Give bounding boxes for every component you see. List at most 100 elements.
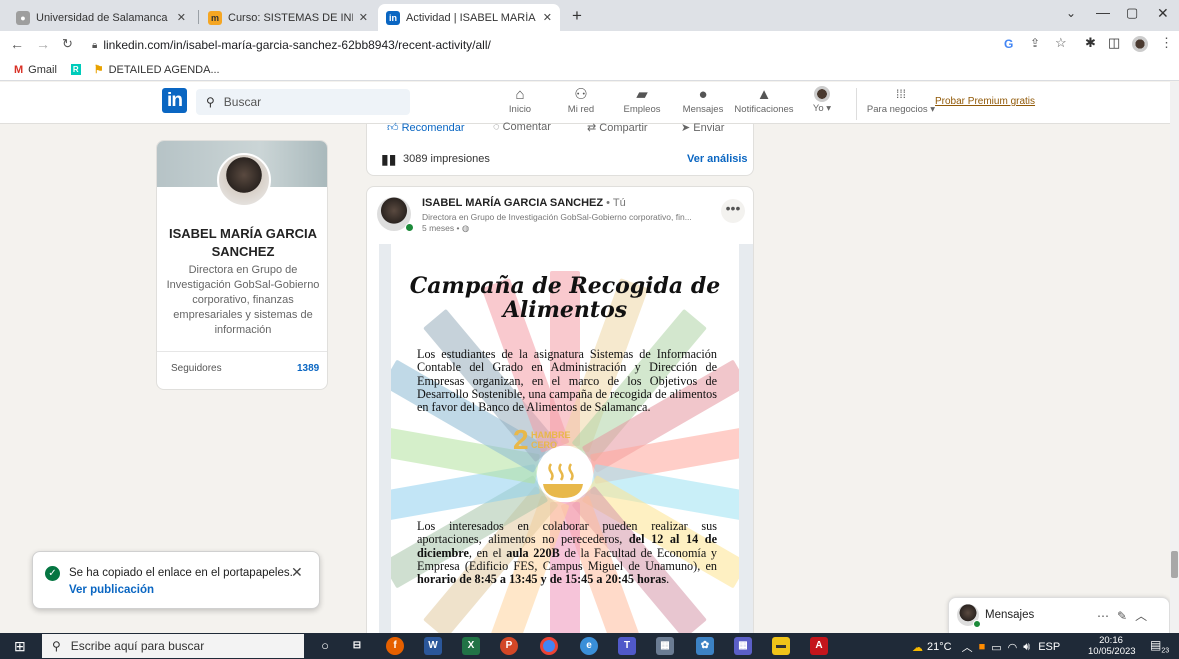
notifications-icon[interactable]: ▤23 xyxy=(1150,638,1169,654)
word-icon[interactable]: W xyxy=(424,637,442,655)
back-button[interactable]: ← xyxy=(10,36,24,52)
researchgate-icon: R xyxy=(70,64,81,75)
nav-notifications[interactable]: ▲ Notificaciones xyxy=(732,84,796,115)
chevron-up-icon[interactable]: ︿ xyxy=(1135,609,1155,623)
tray-app-icon[interactable]: ■ xyxy=(979,641,986,653)
close-tab-icon[interactable]: ✕ xyxy=(359,11,368,24)
browser-tab-linkedin[interactable]: in Actividad | ISABEL MARÍA GARCÍ ✕ xyxy=(378,4,560,31)
edge-icon[interactable]: e xyxy=(580,637,598,655)
nav-business[interactable]: ⁞⁞⁞ Para negocios ▾ xyxy=(866,84,936,115)
tab-title: Universidad de Salamanca | Univ xyxy=(36,11,171,24)
nav-me[interactable]: Yo ▾ xyxy=(790,84,854,114)
chat-icon: ● xyxy=(698,86,708,103)
lock-icon: 🔒︎ xyxy=(92,39,98,51)
windows-start-icon[interactable]: ⊞ xyxy=(14,638,26,655)
post-image: Campaña de Recogida de Alimentos Los est… xyxy=(391,244,739,645)
taskbar-search-input[interactable]: ⚲ Escribe aquí para buscar xyxy=(42,634,304,658)
calculator-icon[interactable]: ▦ xyxy=(656,637,674,655)
comment-button[interactable]: ◌ Comentar xyxy=(493,121,551,133)
browser-tab-course[interactable]: m Curso: SISTEMAS DE INFORMACI ✕ xyxy=(200,4,376,31)
post-author-name[interactable]: ISABEL MARÍA GARCIA SANCHEZ • Tú xyxy=(422,197,626,209)
scrollbar-thumb[interactable] xyxy=(1171,551,1178,578)
extensions-icon[interactable]: ✱ xyxy=(1085,35,1096,51)
impressions-count: 3089 impresiones xyxy=(403,153,490,165)
share-icon[interactable]: ⇪ xyxy=(1030,36,1040,50)
browser-tab-usal[interactable]: ● Universidad de Salamanca | Univ ✕ xyxy=(8,4,194,31)
powerpoint-icon[interactable]: P xyxy=(500,637,518,655)
more-icon[interactable]: ⋯ xyxy=(1097,609,1117,623)
photos-icon[interactable]: ✿ xyxy=(696,637,714,655)
tab-title: Actividad | ISABEL MARÍA GARCÍ xyxy=(406,11,537,24)
excel-icon[interactable]: X xyxy=(462,637,480,655)
reload-button[interactable]: ↻ xyxy=(62,36,73,52)
weather-temp[interactable]: 21°C xyxy=(927,641,952,653)
bookmark-star-icon[interactable]: ☆ xyxy=(1055,35,1067,51)
volume-icon[interactable]: 🔊︎ xyxy=(1023,641,1030,654)
forward-button[interactable]: → xyxy=(36,36,50,52)
bookmarks-bar: M Gmail R ⚑ DETAILED AGENDA... xyxy=(0,59,1179,81)
cortana-icon[interactable]: ○ xyxy=(316,637,334,655)
task-view-icon[interactable]: ⊟ xyxy=(348,637,366,655)
maximize-button[interactable]: ▢ xyxy=(1126,5,1138,21)
url-text: linkedin.com/in/isabel-maría-garcia-sanc… xyxy=(103,38,491,52)
premium-link[interactable]: Probar Premium gratis xyxy=(935,96,1035,107)
minimize-button[interactable]: — xyxy=(1096,4,1110,20)
profile-avatar[interactable] xyxy=(217,153,271,207)
menu-dots-icon[interactable]: ⋮ xyxy=(1160,35,1173,51)
search-input[interactable]: ⚲ Buscar xyxy=(196,89,410,115)
bookmark-gmail[interactable]: M Gmail xyxy=(14,64,57,76)
sidepanel-icon[interactable]: ◫ xyxy=(1108,35,1120,51)
tab-search-icon[interactable]: ⌄ xyxy=(1066,6,1076,20)
linkedin-logo-icon[interactable]: in xyxy=(162,88,187,113)
nav-home[interactable]: ⌂ Inicio xyxy=(488,84,552,115)
new-tab-button[interactable]: + xyxy=(572,6,582,26)
taskbar-clock[interactable]: 20:16 10/05/2023 xyxy=(1088,635,1136,657)
firefox-icon[interactable]: f xyxy=(386,637,404,655)
followers-label[interactable]: Seguidores xyxy=(171,363,222,374)
wifi-icon[interactable]: ◠ xyxy=(1008,641,1018,654)
view-post-link[interactable]: Ver publicación xyxy=(69,584,154,596)
bookmark-agenda[interactable]: ⚑ DETAILED AGENDA... xyxy=(94,63,220,77)
omnibox[interactable]: 🔒︎ linkedin.com/in/isabel-maría-garcia-s… xyxy=(92,35,992,55)
send-button[interactable]: ➤ Enviar xyxy=(681,121,724,134)
nav-jobs[interactable]: ▰ Empleos xyxy=(610,84,674,115)
image-title: Campaña de Recogida de Alimentos xyxy=(409,273,721,323)
post-author-headline: Directora en Grupo de Investigación GobS… xyxy=(422,212,692,222)
analytics-link[interactable]: Ver análisis xyxy=(687,153,748,165)
search-icon: ⚲ xyxy=(52,639,61,653)
google-icon[interactable]: G xyxy=(1004,37,1013,51)
close-tab-icon[interactable]: ✕ xyxy=(543,11,552,24)
language-indicator[interactable]: ESP xyxy=(1038,641,1060,653)
acrobat-icon[interactable]: A xyxy=(810,637,828,655)
repost-icon: ⇄ xyxy=(587,122,600,134)
globe-icon: ◍ xyxy=(461,223,470,233)
search-icon: ⚲ xyxy=(206,95,215,109)
battery-icon[interactable]: ▭ xyxy=(991,641,1001,654)
share-button[interactable]: ⇄ Compartir xyxy=(587,121,648,134)
like-button[interactable]: 👍︎ Recomendar xyxy=(387,121,465,134)
nav-messaging[interactable]: ● Mensajes xyxy=(671,84,735,115)
nav-network[interactable]: ⚇ Mi red xyxy=(549,84,613,115)
previous-post-footer: 👍︎ Recomendar ◌ Comentar ⇄ Compartir ➤ E… xyxy=(366,121,754,176)
online-status-icon xyxy=(973,620,981,628)
profile-avatar-icon[interactable] xyxy=(1132,36,1148,52)
close-tab-icon[interactable]: ✕ xyxy=(177,11,186,24)
close-window-button[interactable]: ✕ xyxy=(1157,5,1169,22)
file-explorer-icon[interactable]: ▬ xyxy=(772,637,790,655)
image-text-intro: Los estudiantes de la asignatura Sistema… xyxy=(417,347,717,415)
chrome-icon[interactable] xyxy=(540,637,558,655)
close-icon[interactable]: ✕ xyxy=(291,564,303,581)
more-options-button[interactable]: ••• xyxy=(721,199,745,223)
chevron-up-icon[interactable]: ︿ xyxy=(962,639,973,655)
followers-count[interactable]: 1389 xyxy=(297,363,319,374)
teams-icon[interactable]: T xyxy=(618,637,636,655)
post-image-frame[interactable]: Campaña de Recogida de Alimentos Los est… xyxy=(379,244,753,645)
apps-grid-icon[interactable]: ▦ xyxy=(734,637,752,655)
sdg-goal-label: HAMBRE CERO xyxy=(531,430,571,450)
compose-icon[interactable]: ✎ xyxy=(1117,609,1135,623)
messaging-bar[interactable]: Mensajes ⋯✎︿ xyxy=(948,597,1170,633)
sdg-goal-number: 2 xyxy=(513,424,529,455)
profile-name[interactable]: ISABEL MARÍA GARCIA SANCHEZ xyxy=(165,225,321,261)
weather-icon[interactable]: ☁ xyxy=(912,641,923,654)
bookmark-researchgate[interactable]: R xyxy=(70,64,86,75)
